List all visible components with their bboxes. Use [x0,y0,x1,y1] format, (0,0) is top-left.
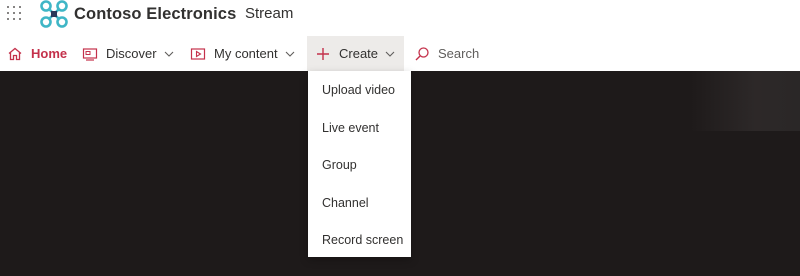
search-icon [414,46,430,62]
brand-name[interactable]: Contoso Electronics [74,5,236,24]
create-dropdown-menu: Upload video Live event Group Channel Re… [308,71,411,257]
menu-item-record-screen[interactable]: Record screen [322,233,403,247]
nav-home[interactable]: Home [7,36,67,71]
search-box[interactable]: Search [414,36,479,71]
contoso-logo-icon[interactable] [40,0,68,28]
menu-item-upload-video[interactable]: Upload video [322,83,395,97]
search-placeholder: Search [438,46,480,61]
top-header: Contoso Electronics Stream [0,0,800,32]
chevron-down-icon [384,48,396,60]
plus-icon [315,46,331,62]
menu-item-group[interactable]: Group [322,158,357,172]
my-content-icon [190,46,206,62]
menu-item-channel[interactable]: Channel [322,196,369,210]
nav-my-content[interactable]: My content [190,36,296,71]
home-icon [7,46,23,62]
nav-my-content-label: My content [214,46,278,61]
main-nav: Home Discover My content Create Search [0,36,800,71]
menu-item-live-event[interactable]: Live event [322,121,379,135]
nav-home-label: Home [31,46,68,61]
chevron-down-icon [284,48,296,60]
app-launcher-icon[interactable] [7,6,23,22]
discover-icon [82,46,98,62]
app-name[interactable]: Stream [245,5,293,22]
nav-create-label: Create [339,46,379,61]
nav-create[interactable]: Create [307,36,404,71]
nav-discover-label: Discover [106,46,157,61]
chevron-down-icon [163,48,175,60]
hero-highlight [690,71,800,131]
nav-discover[interactable]: Discover [82,36,175,71]
